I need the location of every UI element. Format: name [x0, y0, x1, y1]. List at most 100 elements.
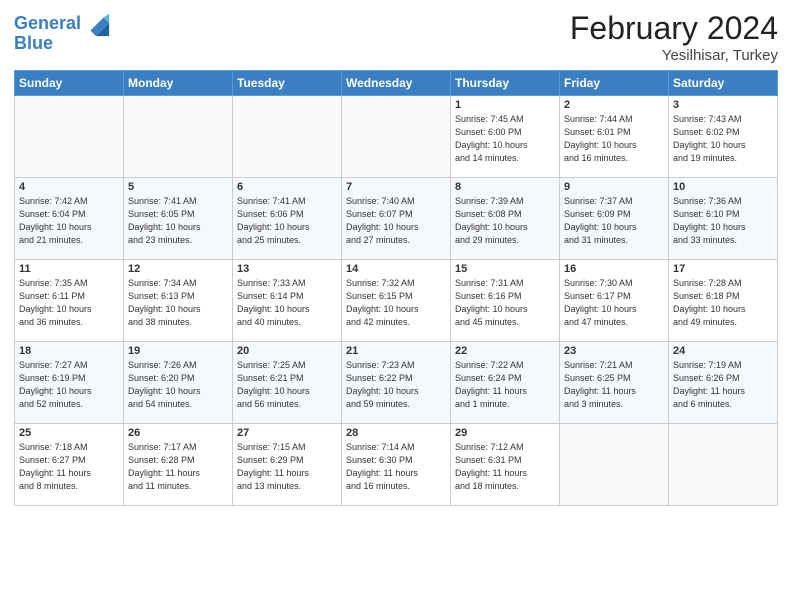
header-cell-sunday: Sunday	[15, 71, 124, 96]
day-info: Sunrise: 7:41 AM Sunset: 6:06 PM Dayligh…	[237, 195, 337, 247]
header-row: SundayMondayTuesdayWednesdayThursdayFrid…	[15, 71, 778, 96]
day-number: 23	[564, 345, 664, 357]
day-number: 8	[455, 181, 555, 193]
day-cell: 6Sunrise: 7:41 AM Sunset: 6:06 PM Daylig…	[233, 178, 342, 260]
day-number: 24	[673, 345, 773, 357]
day-number: 10	[673, 181, 773, 193]
day-info: Sunrise: 7:35 AM Sunset: 6:11 PM Dayligh…	[19, 277, 119, 329]
day-cell: 27Sunrise: 7:15 AM Sunset: 6:29 PM Dayli…	[233, 424, 342, 506]
day-info: Sunrise: 7:43 AM Sunset: 6:02 PM Dayligh…	[673, 113, 773, 165]
day-number: 27	[237, 427, 337, 439]
calendar-title: February 2024	[570, 10, 778, 47]
day-info: Sunrise: 7:44 AM Sunset: 6:01 PM Dayligh…	[564, 113, 664, 165]
calendar-subtitle: Yesilhisar, Turkey	[570, 47, 778, 64]
day-number: 13	[237, 263, 337, 275]
day-cell: 24 Sunrise: 7:19 AM Sunset: 6:26 PM Dayli…	[669, 342, 778, 424]
day-info: Sunrise: 7:17 AM Sunset: 6:28 PM Dayligh…	[128, 441, 228, 493]
day-info: Sunrise: 7:12 AM Sunset: 6:31 PM Dayligh…	[455, 441, 555, 493]
day-cell: 16 Sunrise: 7:30 AM Sunset: 6:17 PM Dayli…	[560, 260, 669, 342]
week-row-3: 18 Sunrise: 7:27 AM Sunset: 6:19 PM Dayli…	[15, 342, 778, 424]
day-number: 1	[455, 99, 555, 111]
day-info: Sunrise: 7:19 AM Sunset: 6:26 PM Dayligh…	[673, 359, 773, 411]
day-number: 17	[673, 263, 773, 275]
day-cell: 15 Sunrise: 7:31 AM Sunset: 6:16 PM Dayli…	[451, 260, 560, 342]
day-number: 25	[19, 427, 119, 439]
day-number: 2	[564, 99, 664, 111]
page: General Blue February 2024 Yesilhisar, T…	[0, 0, 792, 612]
day-number: 5	[128, 181, 228, 193]
day-cell	[15, 96, 124, 178]
day-info: Sunrise: 7:40 AM Sunset: 6:07 PM Dayligh…	[346, 195, 446, 247]
day-number: 12	[128, 263, 228, 275]
day-number: 21	[346, 345, 446, 357]
week-row-2: 11 Sunrise: 7:35 AM Sunset: 6:11 PM Dayli…	[15, 260, 778, 342]
day-cell: 4Sunrise: 7:42 AM Sunset: 6:04 PM Daylig…	[15, 178, 124, 260]
day-cell	[124, 96, 233, 178]
day-number: 18	[19, 345, 119, 357]
header: General Blue February 2024 Yesilhisar, T…	[14, 10, 778, 64]
header-cell-wednesday: Wednesday	[342, 71, 451, 96]
day-info: Sunrise: 7:32 AM Sunset: 6:15 PM Dayligh…	[346, 277, 446, 329]
day-info: Sunrise: 7:28 AM Sunset: 6:18 PM Dayligh…	[673, 277, 773, 329]
logo-text: General	[14, 14, 81, 34]
day-info: Sunrise: 7:23 AM Sunset: 6:22 PM Dayligh…	[346, 359, 446, 411]
day-cell	[342, 96, 451, 178]
logo-blue-text: Blue	[14, 34, 53, 54]
day-info: Sunrise: 7:39 AM Sunset: 6:08 PM Dayligh…	[455, 195, 555, 247]
header-cell-friday: Friday	[560, 71, 669, 96]
day-number: 4	[19, 181, 119, 193]
day-info: Sunrise: 7:25 AM Sunset: 6:21 PM Dayligh…	[237, 359, 337, 411]
day-cell	[669, 424, 778, 506]
day-cell: 20 Sunrise: 7:25 AM Sunset: 6:21 PM Dayli…	[233, 342, 342, 424]
day-cell: 5 Sunrise: 7:41 AM Sunset: 6:05 PM Daylig…	[124, 178, 233, 260]
day-info: Sunrise: 7:27 AM Sunset: 6:19 PM Dayligh…	[19, 359, 119, 411]
header-cell-saturday: Saturday	[669, 71, 778, 96]
day-info: Sunrise: 7:31 AM Sunset: 6:16 PM Dayligh…	[455, 277, 555, 329]
day-info: Sunrise: 7:26 AM Sunset: 6:20 PM Dayligh…	[128, 359, 228, 411]
day-cell	[560, 424, 669, 506]
day-cell: 14Sunrise: 7:32 AM Sunset: 6:15 PM Dayli…	[342, 260, 451, 342]
day-cell: 22Sunrise: 7:22 AM Sunset: 6:24 PM Dayli…	[451, 342, 560, 424]
day-cell: 11 Sunrise: 7:35 AM Sunset: 6:11 PM Dayli…	[15, 260, 124, 342]
day-info: Sunrise: 7:37 AM Sunset: 6:09 PM Dayligh…	[564, 195, 664, 247]
day-cell: 25 Sunrise: 7:18 AM Sunset: 6:27 PM Dayli…	[15, 424, 124, 506]
day-cell: 23 Sunrise: 7:21 AM Sunset: 6:25 PM Dayli…	[560, 342, 669, 424]
day-number: 19	[128, 345, 228, 357]
calendar-table: SundayMondayTuesdayWednesdayThursdayFrid…	[14, 70, 778, 506]
day-number: 29	[455, 427, 555, 439]
header-cell-thursday: Thursday	[451, 71, 560, 96]
week-row-0: 1Sunrise: 7:45 AM Sunset: 6:00 PM Daylig…	[15, 96, 778, 178]
day-info: Sunrise: 7:30 AM Sunset: 6:17 PM Dayligh…	[564, 277, 664, 329]
day-number: 7	[346, 181, 446, 193]
header-cell-monday: Monday	[124, 71, 233, 96]
day-cell: 18 Sunrise: 7:27 AM Sunset: 6:19 PM Dayli…	[15, 342, 124, 424]
day-cell: 21 Sunrise: 7:23 AM Sunset: 6:22 PM Dayli…	[342, 342, 451, 424]
day-cell: 12 Sunrise: 7:34 AM Sunset: 6:13 PM Dayli…	[124, 260, 233, 342]
day-number: 22	[455, 345, 555, 357]
header-cell-tuesday: Tuesday	[233, 71, 342, 96]
day-cell: 13Sunrise: 7:33 AM Sunset: 6:14 PM Dayli…	[233, 260, 342, 342]
day-cell: 26Sunrise: 7:17 AM Sunset: 6:28 PM Dayli…	[124, 424, 233, 506]
day-info: Sunrise: 7:34 AM Sunset: 6:13 PM Dayligh…	[128, 277, 228, 329]
day-cell: 29 Sunrise: 7:12 AM Sunset: 6:31 PM Dayli…	[451, 424, 560, 506]
day-info: Sunrise: 7:14 AM Sunset: 6:30 PM Dayligh…	[346, 441, 446, 493]
day-number: 16	[564, 263, 664, 275]
day-cell: 19 Sunrise: 7:26 AM Sunset: 6:20 PM Dayli…	[124, 342, 233, 424]
day-cell: 7 Sunrise: 7:40 AM Sunset: 6:07 PM Daylig…	[342, 178, 451, 260]
day-cell: 10Sunrise: 7:36 AM Sunset: 6:10 PM Dayli…	[669, 178, 778, 260]
day-cell	[233, 96, 342, 178]
day-cell: 3Sunrise: 7:43 AM Sunset: 6:02 PM Daylig…	[669, 96, 778, 178]
day-number: 20	[237, 345, 337, 357]
day-number: 28	[346, 427, 446, 439]
week-row-1: 4Sunrise: 7:42 AM Sunset: 6:04 PM Daylig…	[15, 178, 778, 260]
day-number: 15	[455, 263, 555, 275]
week-row-4: 25 Sunrise: 7:18 AM Sunset: 6:27 PM Dayli…	[15, 424, 778, 506]
day-number: 11	[19, 263, 119, 275]
day-number: 9	[564, 181, 664, 193]
day-cell: 1Sunrise: 7:45 AM Sunset: 6:00 PM Daylig…	[451, 96, 560, 178]
day-cell: 2 Sunrise: 7:44 AM Sunset: 6:01 PM Daylig…	[560, 96, 669, 178]
title-block: February 2024 Yesilhisar, Turkey	[570, 10, 778, 64]
day-info: Sunrise: 7:21 AM Sunset: 6:25 PM Dayligh…	[564, 359, 664, 411]
day-info: Sunrise: 7:18 AM Sunset: 6:27 PM Dayligh…	[19, 441, 119, 493]
day-info: Sunrise: 7:41 AM Sunset: 6:05 PM Dayligh…	[128, 195, 228, 247]
